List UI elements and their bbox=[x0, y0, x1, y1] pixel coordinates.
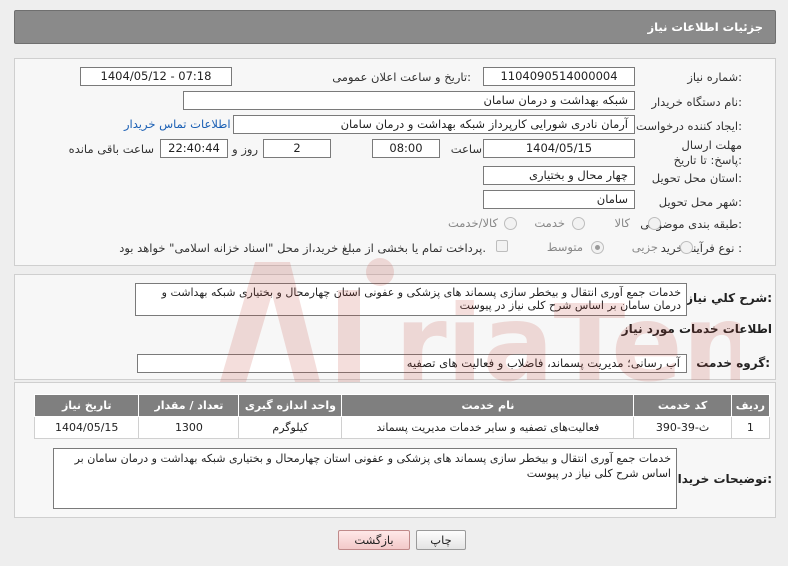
cell-service-name: فعالیت‌های تصفیه و سایر خدمات مدیریت پسم… bbox=[341, 416, 635, 439]
treasury-payment-note: پرداخت تمام یا بخشی از مبلغ خرید،از محل … bbox=[119, 241, 486, 255]
buyer-notes-label: توضیحات خریدار: bbox=[670, 472, 772, 486]
col-service-code: کد خدمت bbox=[633, 394, 732, 417]
col-unit: واحد اندازه گیری bbox=[238, 394, 343, 417]
process-label: نوع فرآیند خرید : bbox=[660, 241, 742, 255]
city-field[interactable]: سامان bbox=[483, 190, 635, 209]
buyer-org-label: نام دستگاه خریدار: bbox=[651, 95, 742, 109]
cell-service-code: ث-39-390 bbox=[633, 416, 732, 439]
services-table-header: ردیف کد خدمت نام خدمت واحد اندازه گیری ت… bbox=[33, 394, 771, 417]
remaining-label: ساعت باقی مانده bbox=[68, 142, 154, 156]
col-row-number: ردیف bbox=[730, 394, 771, 417]
cell-row-number: 1 bbox=[730, 416, 771, 439]
deadline-time-label: ساعت bbox=[450, 142, 482, 156]
cell-need-date: 1404/05/15 bbox=[33, 416, 140, 439]
announce-datetime-field[interactable]: 1404/05/12 - 07:18 bbox=[80, 67, 232, 86]
buyer-contact-link[interactable]: اطلاعات تماس خریدار bbox=[124, 117, 231, 131]
category-service-radio[interactable] bbox=[572, 217, 585, 230]
announce-label: تاریخ و ساعت اعلان عمومی: bbox=[332, 70, 471, 84]
deadline-time-field[interactable]: 08:00 bbox=[372, 139, 440, 158]
print-button[interactable]: چاپ bbox=[416, 530, 466, 550]
remaining-time-field[interactable]: 22:40:44 bbox=[160, 139, 228, 158]
process-minor-radio[interactable] bbox=[680, 241, 693, 254]
service-group-field[interactable]: آب رسانی؛ مدیریت پسماند، فاضلاب و فعالیت… bbox=[137, 354, 687, 373]
page-title: جزئیات اطلاعات نیاز bbox=[647, 20, 763, 34]
category-goods-radio[interactable] bbox=[648, 217, 661, 230]
requester-field[interactable]: آرمان نادری شورایی کارپرداز شبکه بهداشت … bbox=[233, 115, 635, 134]
province-label: استان محل تحویل: bbox=[651, 171, 742, 185]
table-row[interactable]: 1 ث-39-390 فعالیت‌های تصفیه و سایر خدمات… bbox=[33, 416, 771, 439]
services-table: ردیف کد خدمت نام خدمت واحد اندازه گیری ت… bbox=[33, 394, 771, 439]
deadline-label: مهلت ارسال پاسخ: تا تاریخ: bbox=[673, 138, 742, 167]
category-goods-service-radio[interactable] bbox=[504, 217, 517, 230]
cell-unit: کیلوگرم bbox=[238, 416, 343, 439]
summary-label: شرح کلي نياز: bbox=[686, 291, 772, 305]
cell-quantity: 1300 bbox=[138, 416, 240, 439]
col-need-date: تاریخ نیاز bbox=[33, 394, 140, 417]
process-medium-radio[interactable] bbox=[591, 241, 604, 254]
city-label: شهر محل تحویل: bbox=[658, 195, 742, 209]
summary-textarea[interactable]: خدمات جمع آوری انتقال و بیخطر سازی پسمان… bbox=[135, 283, 687, 316]
deadline-date-field[interactable]: 1404/05/15 bbox=[483, 139, 635, 158]
category-service-label: خدمت bbox=[534, 216, 565, 230]
days-label: روز و bbox=[232, 142, 258, 156]
buyer-org-field[interactable]: شبکه بهداشت و درمان سامان bbox=[183, 91, 635, 110]
days-field[interactable]: 2 bbox=[263, 139, 331, 158]
process-medium-label: متوسط bbox=[546, 240, 583, 254]
requester-label: ایجاد کننده درخواست: bbox=[636, 119, 742, 133]
need-number-field[interactable]: 1104090514000004 bbox=[483, 67, 635, 86]
process-minor-label: جزیی bbox=[631, 240, 658, 254]
need-number-label: شماره نیاز: bbox=[687, 70, 742, 84]
province-field[interactable]: چهار محال و بختیاری bbox=[483, 166, 635, 185]
col-quantity: تعداد / مقدار bbox=[138, 394, 240, 417]
col-service-name: نام خدمت bbox=[341, 394, 635, 417]
page-header: جزئیات اطلاعات نیاز bbox=[14, 10, 776, 44]
service-group-label: گروه خدمت: bbox=[696, 356, 770, 370]
treasury-payment-checkbox[interactable] bbox=[496, 240, 508, 252]
back-button[interactable]: بازگشت bbox=[338, 530, 410, 550]
services-section-title: اطلاعات خدمات مورد نیاز bbox=[621, 322, 772, 336]
category-goods-label: کالا bbox=[614, 216, 630, 230]
buyer-notes-textarea[interactable]: خدمات جمع آوری انتقال و بیخطر سازی پسمان… bbox=[53, 448, 677, 509]
category-goods-service-label: کالا/خدمت bbox=[447, 216, 498, 230]
